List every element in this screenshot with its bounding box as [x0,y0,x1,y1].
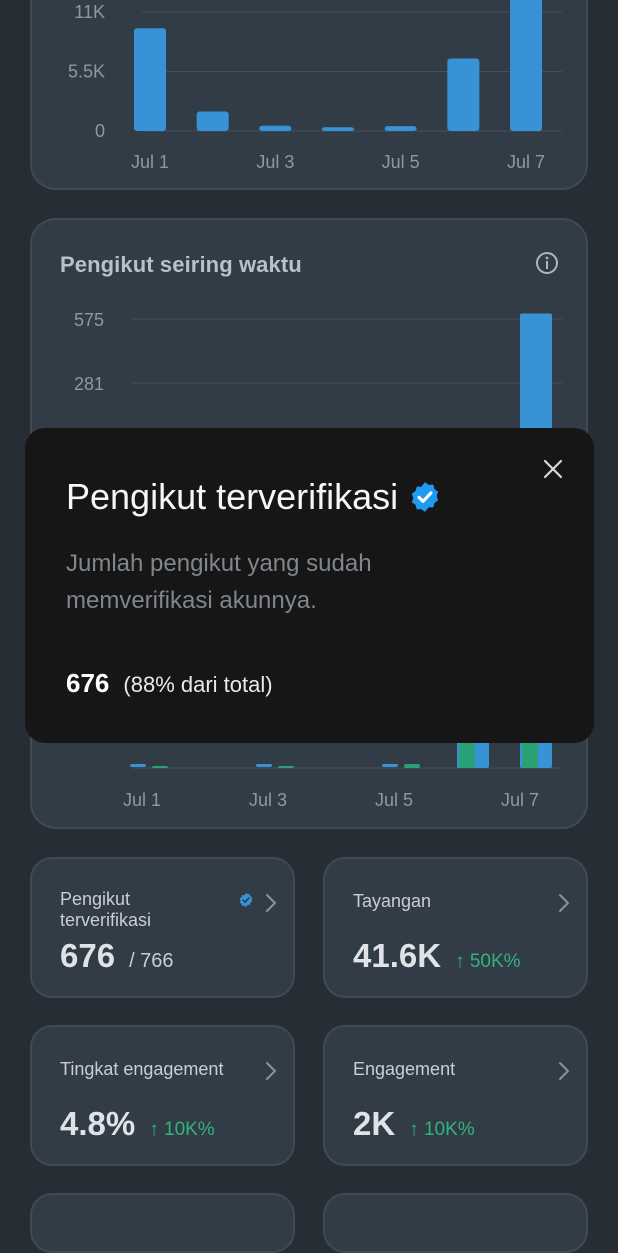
metric-card-engagement-rate[interactable]: Tingkat engagement 4.8% ↑ 10K% [30,1025,295,1166]
bar [322,127,355,131]
verified-badge-icon [239,893,253,907]
metric-card-engagement[interactable]: Engagement 2K ↑ 10K% [323,1025,588,1166]
popup-title: Pengikut terverifikasi [66,476,399,517]
metric-label: Engagement [353,1059,456,1079]
bar [447,58,480,131]
metric-card-views[interactable]: Tayangan 41.6K ↑ 50K% [323,857,588,998]
popup-title-row: Pengikut terverifikasi [66,476,442,518]
y-tick-label: 0 [95,121,105,141]
x-tick-label: Jul 5 [375,790,413,810]
x-tick-label: Jul 3 [256,152,294,172]
metric-delta: ↑ 10K% [149,1119,215,1140]
verified-followers-popup: Pengikut terverifikasi Jumlah pengikut y… [25,428,594,743]
x-tick-label: Jul 1 [131,152,169,172]
bar-series-2 [152,766,168,768]
verified-badge-icon [411,482,439,512]
y-tick-label: 11K [74,2,105,22]
metric-card-partial-right[interactable] [323,1193,588,1253]
bar-series-1 [130,764,146,767]
bar-series-2 [459,742,475,768]
metric-card-verified-followers[interactable]: Pengikut terverifikasi 676 / 766 [30,857,295,998]
metric-value: 676 [60,937,116,974]
views-chart-card: 0 5.5K 11K Jul 1 Jul 3 Jul 5 Jul 7 [30,0,588,190]
bar-series-2 [278,766,294,768]
metric-sub: / 766 [129,950,174,972]
chevron-right-icon [266,894,276,912]
chevron-right-icon [559,1062,569,1080]
bar-series-2 [404,764,420,768]
chevron-right-icon [559,894,569,912]
metric-value: 4.8% [60,1105,136,1142]
popup-stat-value: 676 [66,668,110,698]
popup-description: Jumlah pengikut yang sudah memverifikasi… [66,550,372,614]
chevron-right-icon [266,1062,276,1080]
bar [510,0,543,131]
metric-delta: ↑ 50K% [455,951,521,972]
metric-value-row: 676 / 766 [60,937,174,975]
metric-label: Tingkat engagement [60,1059,224,1079]
metric-value-row: 41.6K ↑ 50K% [353,937,521,975]
metric-value: 2K [353,1105,396,1142]
popup-stat-note: (88% dari total) [123,672,273,697]
bar-series-2 [522,742,538,768]
bar-series-1 [256,764,272,767]
popup-stat: 676 (88% dari total) [66,668,273,699]
metric-value-row: 2K ↑ 10K% [353,1105,475,1143]
metric-value-row: 4.8% ↑ 10K% [60,1105,215,1143]
metric-label: Pengikut terverifikasi [60,889,152,930]
metric-value: 41.6K [353,937,442,974]
metric-label: Tayangan [353,891,432,911]
close-icon[interactable] [542,458,564,480]
bar [134,28,166,131]
y-tick-label: 575 [74,310,104,330]
bar-series-1 [382,764,398,767]
x-tick-label: Jul 5 [382,152,420,172]
bar [384,126,417,131]
metric-card-partial-left[interactable] [30,1193,295,1253]
x-tick-label: Jul 1 [123,790,161,810]
x-tick-label: Jul 7 [501,790,539,810]
bar [196,111,229,131]
metric-delta: ↑ 10K% [409,1119,475,1140]
bar [259,125,292,131]
views-bar-chart: 0 5.5K 11K Jul 1 Jul 3 Jul 5 Jul 7 [68,0,562,172]
y-tick-label: 281 [74,374,104,394]
x-tick-label: Jul 3 [249,790,287,810]
y-tick-label: 5.5K [68,62,105,82]
x-tick-label: Jul 7 [507,152,545,172]
